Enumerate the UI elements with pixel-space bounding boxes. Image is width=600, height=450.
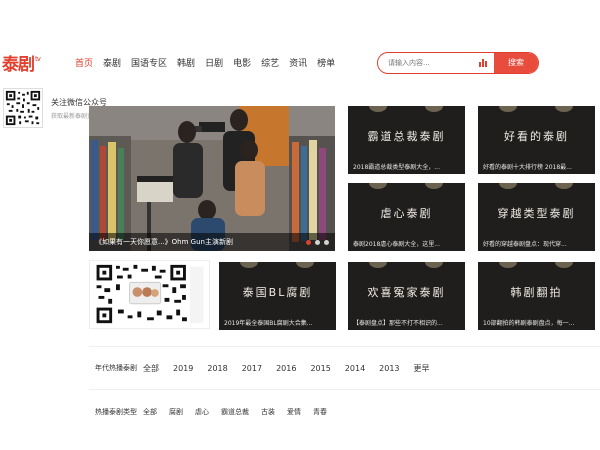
card-subtitle: 好看的穿越泰剧盘点：现代穿...	[483, 241, 567, 248]
year-filter-all[interactable]: 全部	[143, 363, 159, 374]
year-filter-2014[interactable]: 2014	[345, 364, 365, 373]
year-filter-2018[interactable]: 2018	[207, 364, 227, 373]
main-nav: 首页 泰剧 国语专区 韩剧 日剧 电影 综艺 资讯 榜单	[75, 56, 345, 69]
nav-item-rankings[interactable]: 榜单	[317, 56, 335, 69]
year-filter-earlier[interactable]: 更早	[414, 363, 430, 374]
topic-card-rivals[interactable]: 欢喜冤家泰剧 【泰剧盘点】那些不打不相识的...	[348, 262, 465, 330]
genre-filter-heartbreak[interactable]: 虐心	[195, 407, 209, 417]
nav-item-thai-drama[interactable]: 泰剧	[103, 56, 121, 69]
genre-filter-romance[interactable]: 爱情	[287, 407, 301, 417]
qr-code-small-icon	[3, 88, 43, 128]
search-button[interactable]: 搜索	[494, 53, 538, 73]
year-filter-2016[interactable]: 2016	[276, 364, 296, 373]
search-box: 搜索	[377, 52, 539, 74]
card-subtitle: 好看的泰剧十大排行榜 2018最...	[483, 164, 572, 171]
search-input[interactable]	[388, 56, 476, 70]
logo-text: 泰剧	[2, 55, 35, 75]
section-divider	[89, 346, 600, 347]
nav-item-news[interactable]: 资讯	[289, 56, 307, 69]
topic-card-ceo[interactable]: 霸道总裁泰剧 2018霸道总裁类型泰剧大全，...	[348, 106, 465, 174]
card-subtitle: 【泰剧盘点】那些不打不相识的...	[353, 320, 443, 327]
genre-filter-ceo[interactable]: 霸道总裁	[221, 407, 249, 417]
genre-filter-costume[interactable]: 古装	[261, 407, 275, 417]
card-title: 欢喜冤家泰剧	[367, 286, 446, 299]
card-title: 好看的泰剧	[504, 130, 569, 143]
genre-filter-bl[interactable]: 腐剧	[169, 407, 183, 417]
topic-card-heartbreak[interactable]: 虐心泰剧 泰剧2018虐心泰剧大全，这里...	[348, 183, 465, 251]
hero-banner[interactable]: 《如果有一天你愿意...》Ohm Gun主演新剧	[89, 106, 335, 251]
banner-pagination	[302, 240, 329, 245]
section-divider	[89, 389, 600, 390]
genre-filter-label: 热播泰剧类型	[95, 408, 137, 416]
genre-filter-youth[interactable]: 青春	[313, 407, 327, 417]
topic-card-bl[interactable]: 泰国BL腐剧 2019年最全泰国BL腐剧大合集...	[219, 262, 336, 330]
year-filter-2013[interactable]: 2013	[379, 364, 399, 373]
nav-item-variety[interactable]: 综艺	[261, 56, 279, 69]
card-title: 霸道总裁泰剧	[367, 130, 446, 143]
banner-dot-1[interactable]	[306, 240, 311, 245]
logo-suffix: tv	[35, 55, 41, 63]
card-title: 穿越类型泰剧	[497, 207, 576, 220]
nav-item-japanese-drama[interactable]: 日剧	[205, 56, 223, 69]
qr-code-large-icon	[89, 260, 210, 329]
year-filter-2017[interactable]: 2017	[242, 364, 262, 373]
card-title: 韩剧翻拍	[510, 286, 563, 299]
year-filter: 年代热播泰剧 全部 2019 2018 2017 2016 2015 2014 …	[95, 361, 444, 375]
topic-card-time-travel[interactable]: 穿越类型泰剧 好看的穿越泰剧盘点：现代穿...	[478, 183, 595, 251]
nav-item-movie[interactable]: 电影	[233, 56, 251, 69]
card-subtitle: 10部翻拍的韩剧泰剧盘点，每一...	[483, 320, 575, 327]
card-subtitle: 2019年最全泰国BL腐剧大合集...	[224, 320, 313, 327]
genre-filter: 热播泰剧类型 全部 腐剧 虐心 霸道总裁 古装 爱情 青春	[95, 405, 339, 419]
genre-filter-all[interactable]: 全部	[143, 407, 157, 417]
topic-card-remake[interactable]: 韩剧翻拍 10部翻拍的韩剧泰剧盘点，每一...	[478, 262, 595, 330]
banner-photo-icon	[89, 106, 335, 251]
topic-card-good[interactable]: 好看的泰剧 好看的泰剧十大排行榜 2018最...	[478, 106, 595, 174]
card-subtitle: 2018霸道总裁类型泰剧大全，...	[353, 164, 440, 171]
site-logo[interactable]: 泰剧tv	[2, 50, 41, 75]
card-subtitle: 泰剧2018虐心泰剧大全，这里...	[353, 241, 440, 248]
year-filter-label: 年代热播泰剧	[95, 364, 137, 372]
card-title: 泰国BL腐剧	[242, 286, 313, 299]
nav-item-korean-drama[interactable]: 韩剧	[177, 56, 195, 69]
nav-item-mandarin[interactable]: 国语专区	[131, 56, 167, 69]
year-filter-2019[interactable]: 2019	[173, 364, 193, 373]
banner-dot-3[interactable]	[324, 240, 329, 245]
banner-dot-2[interactable]	[315, 240, 320, 245]
year-filter-2015[interactable]: 2015	[310, 364, 330, 373]
card-title: 虐心泰剧	[380, 207, 433, 220]
nav-item-home[interactable]: 首页	[75, 56, 93, 69]
banner-caption[interactable]: 《如果有一天你愿意...》Ohm Gun主演新剧	[95, 237, 233, 247]
audio-bars-icon	[479, 59, 487, 67]
